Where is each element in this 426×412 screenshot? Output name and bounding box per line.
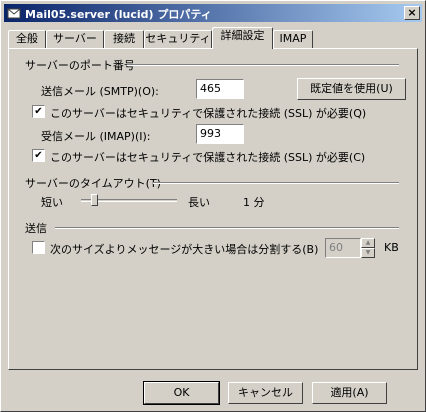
- sending-section-label: 送信: [25, 222, 47, 235]
- checkmark-icon: ✔: [34, 106, 43, 117]
- split-size-unit: KB: [384, 241, 399, 254]
- tab-advanced[interactable]: 詳細設定: [212, 27, 273, 49]
- smtp-port-label: 送信メール (SMTP)(O):: [41, 85, 159, 98]
- smtp-ssl-label: このサーバーはセキュリティで保護された接続 (SSL) が必要(Q): [50, 107, 367, 120]
- tab-security[interactable]: セキュリティ: [144, 30, 212, 48]
- apply-button[interactable]: 適用(A): [312, 382, 387, 404]
- ok-button[interactable]: OK: [143, 381, 220, 405]
- smtp-port-input[interactable]: 465: [196, 79, 244, 99]
- timeout-short-label: 短い: [41, 196, 63, 209]
- timeout-slider-thumb[interactable]: [90, 194, 98, 206]
- imap-ssl-label: このサーバーはセキュリティで保護された接続 (SSL) が必要(C): [50, 151, 366, 164]
- title-bar: Mail05.server (lucid) プロパティ ×: [4, 4, 422, 22]
- imap-ssl-checkbox[interactable]: ✔: [32, 149, 45, 162]
- imap-port-label: 受信メール (IMAP)(I):: [41, 130, 151, 143]
- window-title: Mail05.server (lucid) プロパティ: [25, 8, 212, 21]
- tab-imap[interactable]: IMAP: [273, 30, 313, 48]
- split-size-spinner[interactable]: ▲ ▼: [361, 238, 375, 258]
- close-button[interactable]: ×: [404, 6, 420, 20]
- tab-connection[interactable]: 接続: [104, 30, 144, 48]
- tab-server[interactable]: サーバー: [46, 30, 104, 48]
- mail-server-icon: [7, 8, 21, 19]
- spin-up-icon[interactable]: ▲: [361, 238, 375, 248]
- ports-separator: [127, 64, 399, 66]
- timeout-value: 1 分: [243, 196, 265, 209]
- use-default-button[interactable]: 既定値を使用(U): [297, 78, 406, 100]
- cancel-button[interactable]: キャンセル: [228, 382, 303, 404]
- smtp-ssl-checkbox[interactable]: ✔: [32, 105, 45, 118]
- timeout-separator: [153, 182, 399, 184]
- properties-dialog: Mail05.server (lucid) プロパティ × 全般 サーバー 接続…: [0, 0, 426, 412]
- ports-section-label: サーバーのポート番号: [25, 59, 135, 72]
- spin-down-icon[interactable]: ▼: [361, 248, 375, 258]
- timeout-section-label: サーバーのタイムアウト(T): [25, 177, 161, 190]
- split-message-checkbox[interactable]: [32, 241, 45, 254]
- sending-separator: [55, 227, 399, 229]
- imap-port-input[interactable]: 993: [196, 124, 244, 144]
- checkmark-icon: ✔: [34, 150, 43, 161]
- timeout-long-label: 長い: [188, 196, 210, 209]
- split-size-input[interactable]: 60: [325, 238, 361, 258]
- split-message-label: 次のサイズよりメッセージが大きい場合は分割する(B): [50, 243, 319, 256]
- tab-general[interactable]: 全般: [8, 30, 46, 48]
